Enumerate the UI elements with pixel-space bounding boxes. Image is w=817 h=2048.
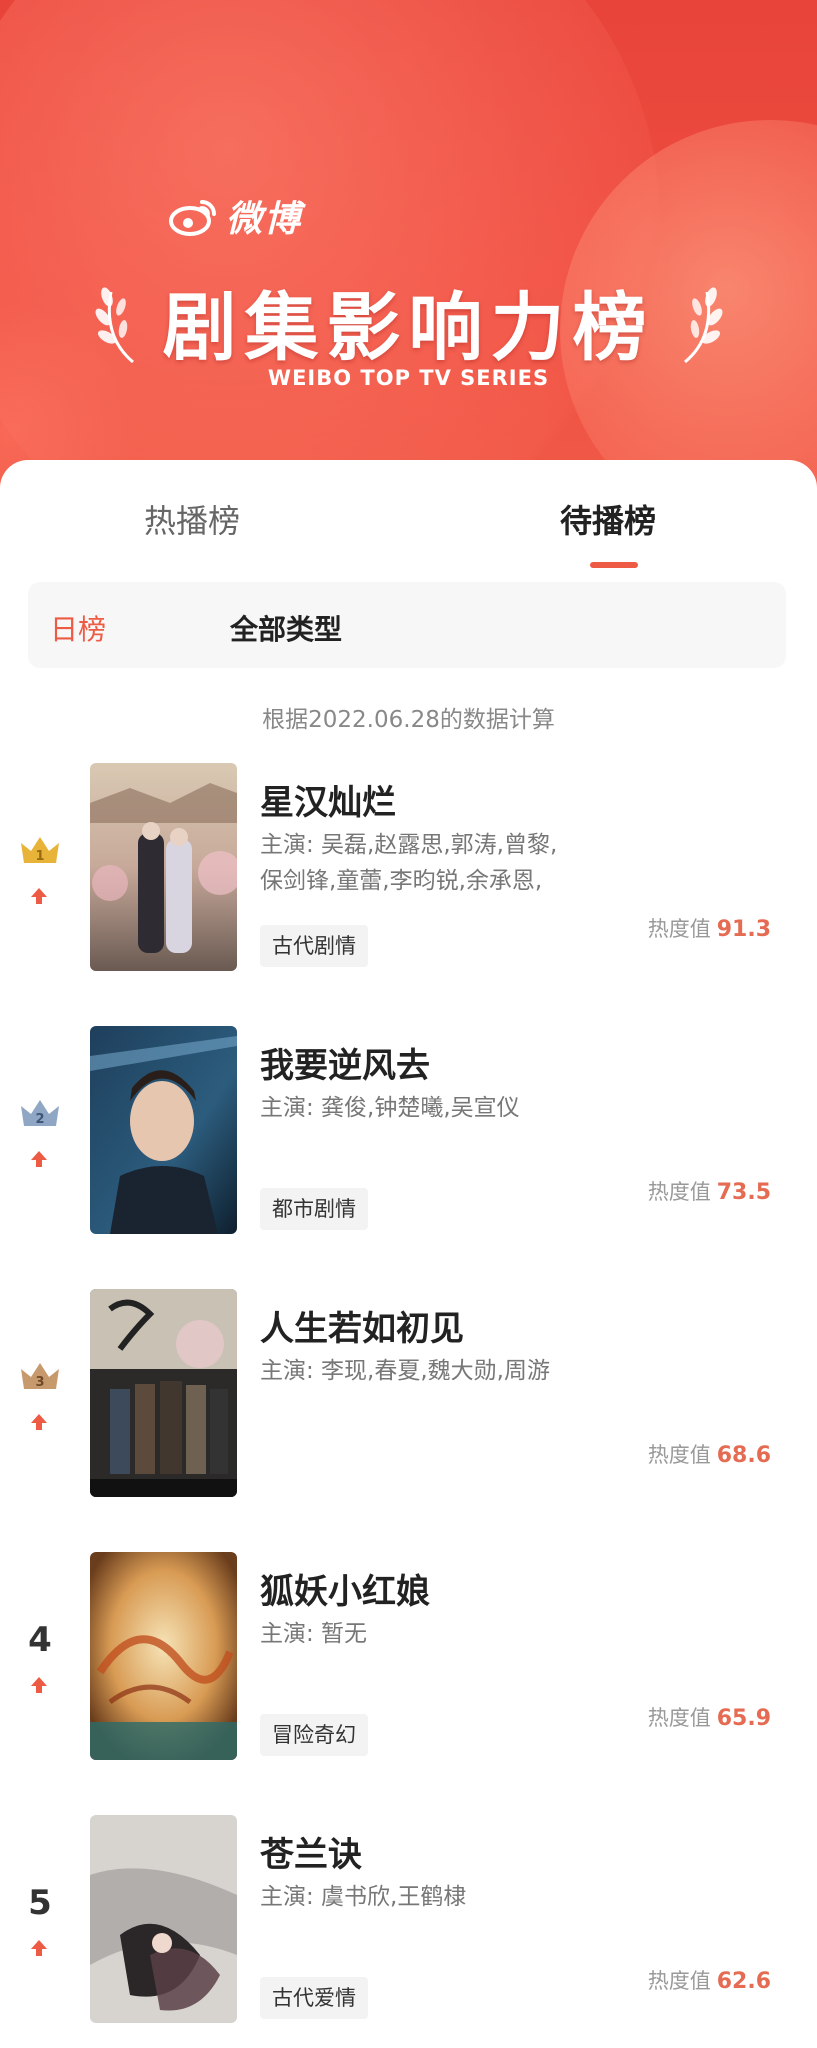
series-title: 狐妖小红娘 xyxy=(260,1572,430,1612)
page: 微博 剧集影响力榜 WEIBO TOP TV SERIES 热播榜 待播榜 日榜… xyxy=(0,0,817,2048)
trend-up-icon xyxy=(31,1677,47,1693)
ranking-card: 热播榜 待播榜 日榜 全部类型 根据2022.06.28的数据计算 1 星汉灿烂… xyxy=(0,460,817,2048)
page-subtitle: WEIBO TOP TV SERIES xyxy=(267,366,550,390)
cast-list: 主演: 虞书欣,王鹤棣 xyxy=(260,1884,467,1910)
svg-text:1: 1 xyxy=(35,849,44,864)
heat-value: 热度值 73.5 xyxy=(647,1180,771,1205)
crown-gold-icon: 1 xyxy=(21,837,59,864)
crown-silver-icon: 2 xyxy=(21,1100,59,1127)
laurel-left-icon xyxy=(95,286,134,363)
brand-name: 微博 xyxy=(226,199,303,240)
heat-value: 热度值 65.9 xyxy=(647,1706,771,1731)
poster-image[interactable] xyxy=(90,1552,237,1760)
rank-number: 4 xyxy=(28,1620,52,1660)
list-item[interactable]: 3 人生若如初见 主演: 李现,春夏,魏大勋,周游 热度值 68.6 xyxy=(0,1289,817,1519)
weibo-brand: 微博 xyxy=(168,190,302,242)
filter-bar: 日榜 全部类型 xyxy=(28,582,786,668)
data-date-note: 根据2022.06.28的数据计算 xyxy=(262,707,555,733)
tab-bar: 热播榜 待播榜 xyxy=(0,482,817,568)
poster-image[interactable] xyxy=(90,1815,237,2023)
trend-up-icon xyxy=(31,1940,47,1956)
trend-up-icon xyxy=(31,1414,47,1430)
cast-list: 主演: 吴磊,赵露思,郭涛,曾黎, 保剑锋,童蕾,李昀锐,余承恩, xyxy=(260,832,558,894)
poster-image[interactable] xyxy=(90,1026,237,1234)
poster-image[interactable] xyxy=(90,1289,237,1497)
tab-upcoming[interactable]: 待播榜 xyxy=(560,496,656,542)
tab-hot[interactable]: 热播榜 xyxy=(144,496,240,542)
list-item[interactable]: 5 苍兰诀 主演: 虞书欣,王鹤棣 古代爱情 热度值 62.6 xyxy=(0,1815,817,2045)
cast-list: 主演: 龚俊,钟楚曦,吴宣仪 xyxy=(260,1095,520,1121)
series-title: 苍兰诀 xyxy=(260,1835,362,1875)
series-title: 人生若如初见 xyxy=(260,1309,464,1349)
rank-number: 5 xyxy=(28,1883,52,1923)
genre-tag: 冒险奇幻 xyxy=(260,1714,368,1756)
svg-text:3: 3 xyxy=(35,1375,44,1390)
genre-tag: 都市剧情 xyxy=(260,1188,368,1230)
poster-image[interactable] xyxy=(90,763,237,971)
heat-value: 热度值 62.6 xyxy=(647,1969,771,1994)
trend-up-icon xyxy=(31,1151,47,1167)
weibo-logo-icon xyxy=(169,200,216,236)
filter-category[interactable]: 全部类型 xyxy=(230,608,342,648)
list-item[interactable]: 4 狐妖小红娘 主演: 暂无 冒险奇幻 热度值 65.9 xyxy=(0,1552,817,1782)
series-title: 星汉灿烂 xyxy=(260,783,396,823)
active-tab-indicator xyxy=(590,562,638,568)
list-item[interactable]: 1 星汉灿烂 主演: 吴磊,赵露思,郭涛,曾黎, 保剑锋,童蕾,李昀锐,余承恩,… xyxy=(0,763,817,993)
trend-up-icon xyxy=(31,888,47,904)
series-title: 我要逆风去 xyxy=(260,1046,430,1086)
cast-list: 主演: 暂无 xyxy=(260,1621,368,1647)
laurel-right-icon xyxy=(683,286,722,363)
heat-value: 热度值 68.6 xyxy=(647,1443,771,1468)
crown-bronze-icon: 3 xyxy=(21,1363,59,1390)
cast-list: 主演: 李现,春夏,魏大勋,周游 xyxy=(260,1358,550,1384)
heat-value: 热度值 91.3 xyxy=(647,917,771,942)
page-title: 剧集影响力榜 xyxy=(162,285,655,371)
genre-tag: 古代爱情 xyxy=(260,1977,368,2019)
list-item[interactable]: 2 我要逆风去 主演: 龚俊,钟楚曦,吴宣仪 都市剧情 热度值 73.5 xyxy=(0,1026,817,1256)
svg-text:2: 2 xyxy=(35,1112,44,1127)
genre-tag: 古代剧情 xyxy=(260,925,368,967)
header-banner: 微博 剧集影响力榜 WEIBO TOP TV SERIES xyxy=(0,0,817,500)
filter-period[interactable]: 日榜 xyxy=(50,608,106,648)
